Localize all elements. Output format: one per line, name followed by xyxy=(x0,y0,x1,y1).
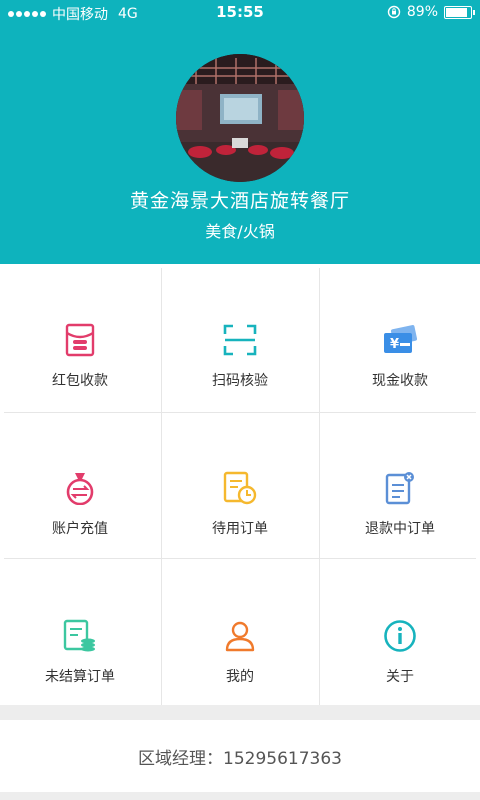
profile-header: 中国移动 4G 15:55 89% 黄金海景大酒店旋转餐厅 美食/火锅 xyxy=(0,0,480,264)
restaurant-photo xyxy=(176,54,304,182)
grid-divider xyxy=(4,412,476,413)
menu-item-label: 关于 xyxy=(386,669,414,685)
menu-item-mine[interactable]: 我的 xyxy=(160,560,320,705)
menu-item-label: 退款中订单 xyxy=(365,521,435,537)
user-icon xyxy=(225,621,255,652)
menu-item-label: 扫码核验 xyxy=(212,373,268,389)
grid-divider xyxy=(161,268,162,705)
area-manager-text: 区域经理：15295617363 xyxy=(138,748,342,769)
menu-item-about[interactable]: 关于 xyxy=(320,560,480,705)
menu-item-scan[interactable]: 扫码核验 xyxy=(160,264,320,409)
refund-order-icon xyxy=(385,472,414,505)
store-category: 美食/火锅 xyxy=(205,222,275,241)
menu-item-label: 未结算订单 xyxy=(45,669,115,685)
menu-item-label: 我的 xyxy=(226,669,254,685)
red-envelope-icon xyxy=(65,323,95,357)
menu-item-red-envelope[interactable]: 红包收款 xyxy=(0,264,160,409)
menu-item-label: 现金收款 xyxy=(372,373,428,389)
menu-item-refund-orders[interactable]: 退款中订单 xyxy=(320,412,480,557)
rotation-lock-icon xyxy=(387,5,401,19)
grid-divider xyxy=(4,558,476,559)
menu-item-label: 待用订单 xyxy=(212,521,268,537)
menu-item-unsettled-orders[interactable]: 未结算订单 xyxy=(0,560,160,705)
menu-item-cash[interactable]: ¥ 现金收款 xyxy=(320,264,480,409)
store-name: 黄金海景大酒店旋转餐厅 xyxy=(129,190,350,212)
avatar[interactable] xyxy=(176,54,304,182)
unsettled-order-icon xyxy=(63,619,95,652)
scan-icon xyxy=(223,324,257,356)
menu-item-recharge[interactable]: 账户充值 xyxy=(0,412,160,557)
info-icon xyxy=(384,620,416,652)
battery-icon xyxy=(444,5,475,19)
status-bar: 中国移动 4G 15:55 89% xyxy=(0,0,480,26)
menu-item-label: 红包收款 xyxy=(52,373,108,389)
cash-icon: ¥ xyxy=(384,325,418,353)
money-bag-icon xyxy=(66,473,94,505)
menu-item-pending-orders[interactable]: 待用订单 xyxy=(160,412,320,557)
menu-item-label: 账户充值 xyxy=(52,521,108,537)
menu-grid: 红包收款 扫码核验 ¥ 现金收款 账户充值 待用订单 退款中订单 未结算订单 我… xyxy=(0,264,480,705)
battery-percent: 89% xyxy=(406,4,438,20)
grid-divider xyxy=(319,268,320,705)
area-manager-contact[interactable]: 区域经理：15295617363 xyxy=(0,720,480,792)
pending-order-icon xyxy=(223,471,257,505)
svg-text:¥: ¥ xyxy=(390,337,399,352)
